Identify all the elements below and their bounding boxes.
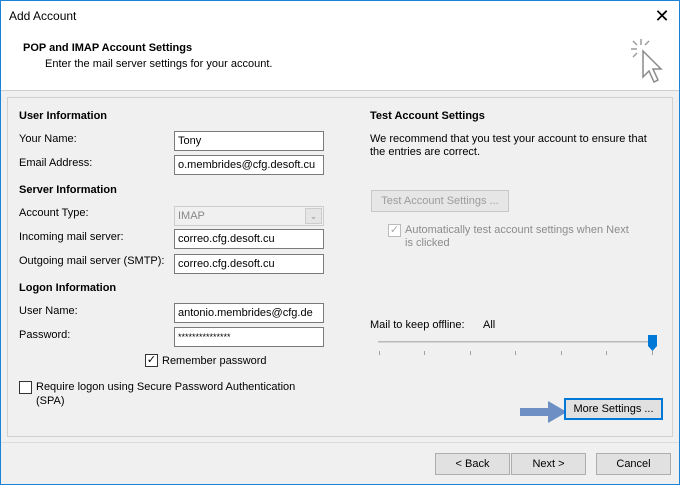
email-address-input[interactable]: o.membrides@cfg.desoft.cu bbox=[174, 155, 324, 175]
header-subtitle: Enter the mail server settings for your … bbox=[45, 58, 273, 70]
incoming-server-label: Incoming mail server: bbox=[19, 231, 124, 243]
user-info-heading: User Information bbox=[19, 110, 108, 122]
cancel-button[interactable]: Cancel bbox=[596, 453, 671, 475]
more-settings-button[interactable]: More Settings ... bbox=[564, 398, 663, 420]
password-label: Password: bbox=[19, 329, 71, 341]
next-button[interactable]: Next > bbox=[511, 453, 586, 475]
header-title: POP and IMAP Account Settings bbox=[23, 42, 193, 54]
logon-info-heading: Logon Information bbox=[19, 282, 117, 294]
back-button[interactable]: < Back bbox=[435, 453, 510, 475]
slider-tick bbox=[424, 351, 425, 355]
spa-label-line1: Require logon using Secure Password Auth… bbox=[36, 381, 296, 393]
arrow-right-icon bbox=[520, 401, 567, 423]
slider-track bbox=[378, 341, 656, 343]
auto-test-checkbox: ✓ bbox=[388, 224, 401, 237]
title-bar: Add Account ✕ bbox=[1, 1, 679, 31]
slider-tick bbox=[515, 351, 516, 355]
account-type-value: IMAP bbox=[178, 210, 205, 222]
user-name-input[interactable]: antonio.membrides@cfg.de bbox=[174, 303, 324, 323]
remember-password-label: Remember password bbox=[162, 355, 267, 367]
close-icon[interactable]: ✕ bbox=[645, 1, 679, 31]
password-input[interactable]: *************** bbox=[174, 327, 324, 347]
slider-tick bbox=[606, 351, 607, 355]
server-info-heading: Server Information bbox=[19, 184, 117, 196]
window-title: Add Account bbox=[9, 9, 77, 23]
slider-thumb[interactable] bbox=[648, 335, 657, 351]
test-settings-heading: Test Account Settings bbox=[370, 110, 485, 122]
your-name-input[interactable]: Tony bbox=[174, 131, 324, 151]
slider-tick bbox=[470, 351, 471, 355]
offline-label: Mail to keep offline: bbox=[370, 319, 465, 331]
user-name-label: User Name: bbox=[19, 305, 78, 317]
incoming-server-input[interactable]: correo.cfg.desoft.cu bbox=[174, 229, 324, 249]
outgoing-server-input[interactable]: correo.cfg.desoft.cu bbox=[174, 254, 324, 274]
slider-tick bbox=[652, 351, 653, 355]
test-desc-line2: the entries are correct. bbox=[370, 146, 481, 158]
test-account-settings-button: Test Account Settings ... bbox=[371, 190, 509, 212]
your-name-label: Your Name: bbox=[19, 133, 77, 145]
slider-tick bbox=[561, 351, 562, 355]
footer-divider bbox=[1, 442, 679, 443]
dialog-header: POP and IMAP Account Settings Enter the … bbox=[1, 31, 679, 91]
auto-test-label-line1: Automatically test account settings when… bbox=[405, 224, 629, 236]
spa-checkbox[interactable] bbox=[19, 381, 32, 394]
spa-label-line2: (SPA) bbox=[36, 395, 65, 407]
outgoing-server-label: Outgoing mail server (SMTP): bbox=[19, 255, 165, 267]
account-type-select: IMAP ⌄ bbox=[174, 206, 324, 226]
slider-tick bbox=[379, 351, 380, 355]
remember-password-checkbox[interactable]: ✓ bbox=[145, 354, 158, 367]
add-account-dialog: Add Account ✕ POP and IMAP Account Setti… bbox=[0, 0, 680, 485]
chevron-down-icon: ⌄ bbox=[305, 208, 322, 224]
auto-test-label-line2: is clicked bbox=[405, 237, 450, 249]
email-address-label: Email Address: bbox=[19, 157, 93, 169]
cursor-click-icon bbox=[631, 39, 663, 84]
test-desc-line1: We recommend that you test your account … bbox=[370, 133, 647, 145]
offline-value: All bbox=[483, 319, 496, 331]
settings-panel: User Information Your Name: Tony Email A… bbox=[7, 97, 673, 437]
account-type-label: Account Type: bbox=[19, 207, 89, 219]
